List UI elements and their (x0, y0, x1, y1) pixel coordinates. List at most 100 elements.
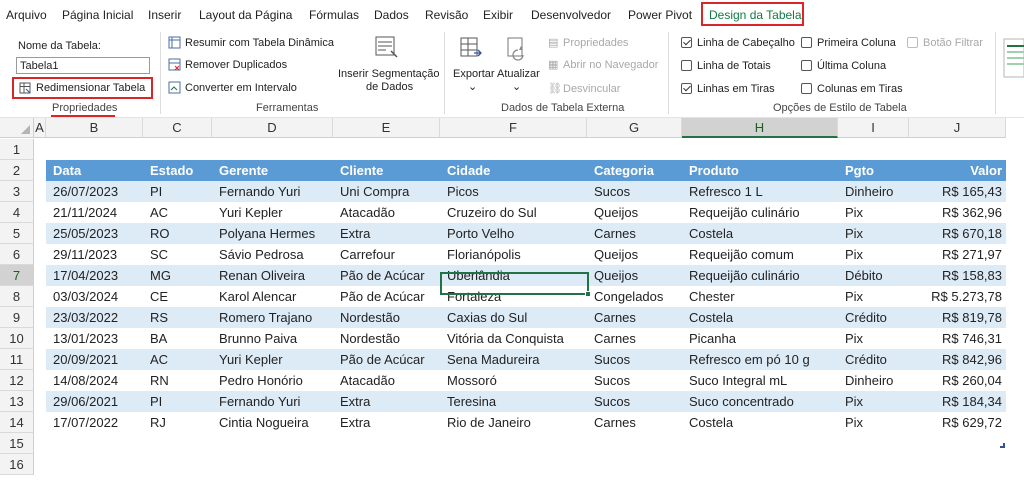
table-cell[interactable]: Caxias do Sul (440, 307, 587, 328)
row-header-9[interactable]: 9 (0, 307, 34, 328)
table-cell[interactable]: Crédito (838, 349, 909, 370)
table-cell[interactable]: SC (143, 244, 212, 265)
table-cell[interactable]: Yuri Kepler (212, 202, 333, 223)
table-cell[interactable]: 17/04/2023 (46, 265, 143, 286)
column-header-a[interactable]: A (34, 118, 46, 138)
table-cell[interactable]: R$ 746,31 (909, 328, 1006, 349)
column-header-b[interactable]: B (46, 118, 143, 138)
table-cell[interactable]: R$ 158,83 (909, 265, 1006, 286)
row-header-12[interactable]: 12 (0, 370, 34, 391)
table-cell[interactable]: 21/11/2024 (46, 202, 143, 223)
table-cell[interactable]: R$ 819,78 (909, 307, 1006, 328)
refresh-button[interactable]: Atualizar (497, 68, 540, 80)
tab-pagina-inicial[interactable]: Página Inicial (62, 8, 133, 22)
table-cell[interactable]: Refresco em pó 10 g (682, 349, 838, 370)
tab-design-da-tabela[interactable]: Design da Tabela (701, 2, 804, 26)
table-cell[interactable]: Pix (838, 412, 909, 433)
table-cell[interactable]: Nordestão (333, 307, 440, 328)
table-cell[interactable]: Carnes (587, 223, 682, 244)
fill-handle[interactable] (585, 291, 591, 297)
row-header-11[interactable]: 11 (0, 349, 34, 370)
table-cell[interactable]: Costela (682, 223, 838, 244)
tab-power-pivot[interactable]: Power Pivot (628, 8, 692, 22)
table-cell[interactable]: RS (143, 307, 212, 328)
table-cell[interactable]: Congelados (587, 286, 682, 307)
table-header-cell[interactable]: Cidade (440, 160, 587, 181)
table-cell[interactable]: Rio de Janeiro (440, 412, 587, 433)
table-cell[interactable]: Pão de Acúcar (333, 286, 440, 307)
table-cell[interactable]: Queijos (587, 244, 682, 265)
table-cell[interactable]: Atacadão (333, 370, 440, 391)
table-cell[interactable]: Dinheiro (838, 181, 909, 202)
export-dropdown-icon[interactable]: ⌄ (468, 80, 477, 93)
table-cell[interactable]: Cruzeiro do Sul (440, 202, 587, 223)
table-cell[interactable]: Nordestão (333, 328, 440, 349)
table-cell[interactable]: Sucos (587, 349, 682, 370)
table-cell[interactable]: Atacadão (333, 202, 440, 223)
insert-slicer-label-1[interactable]: Inserir Segmentação (338, 68, 440, 80)
table-cell[interactable]: Extra (333, 223, 440, 244)
table-cell[interactable]: Requeijão culinário (682, 265, 838, 286)
column-header-j[interactable]: J (909, 118, 1006, 138)
table-cell[interactable]: Cintia Nogueira (212, 412, 333, 433)
table-cell[interactable]: Pix (838, 223, 909, 244)
row-header-2[interactable]: 2 (0, 160, 34, 181)
table-cell[interactable]: Suco Integral mL (682, 370, 838, 391)
table-cell[interactable]: Picanha (682, 328, 838, 349)
tab-exibir[interactable]: Exibir (483, 8, 513, 22)
table-cell[interactable]: Pix (838, 391, 909, 412)
table-cell[interactable]: CE (143, 286, 212, 307)
tab-formulas[interactable]: Fórmulas (309, 8, 359, 22)
table-header-cell[interactable]: Cliente (333, 160, 440, 181)
table-cell[interactable]: Dinheiro (838, 370, 909, 391)
row-header-6[interactable]: 6 (0, 244, 34, 265)
row-header-8[interactable]: 8 (0, 286, 34, 307)
filter-button-checkbox[interactable] (907, 37, 918, 48)
table-cell[interactable]: Pix (838, 244, 909, 265)
table-cell[interactable]: Queijos (587, 202, 682, 223)
table-cell[interactable]: RJ (143, 412, 212, 433)
row-header-14[interactable]: 14 (0, 412, 34, 433)
table-cell[interactable]: Porto Velho (440, 223, 587, 244)
table-cell[interactable]: R$ 670,18 (909, 223, 1006, 244)
table-cell[interactable]: Suco concentrado (682, 391, 838, 412)
table-cell[interactable]: Carnes (587, 307, 682, 328)
tab-inserir[interactable]: Inserir (148, 8, 181, 22)
table-cell[interactable]: Chester (682, 286, 838, 307)
column-header-i[interactable]: I (838, 118, 909, 138)
table-header-cell[interactable]: Estado (143, 160, 212, 181)
row-header-4[interactable]: 4 (0, 202, 34, 223)
table-cell[interactable]: R$ 362,96 (909, 202, 1006, 223)
table-cell[interactable]: Pedro Honório (212, 370, 333, 391)
table-cell[interactable]: Queijos (587, 265, 682, 286)
properties-button[interactable]: Propriedades (563, 37, 628, 49)
table-cell[interactable]: 14/08/2024 (46, 370, 143, 391)
remove-duplicates-button[interactable]: Remover Duplicados (185, 59, 287, 71)
table-cell[interactable]: Fernando Yuri (212, 391, 333, 412)
table-cell[interactable]: R$ 5.273,78 (909, 286, 1006, 307)
select-all-corner[interactable] (0, 118, 34, 138)
total-row-checkbox[interactable] (681, 60, 692, 71)
table-header-cell[interactable]: Categoria (587, 160, 682, 181)
table-cell[interactable]: Extra (333, 391, 440, 412)
column-header-f[interactable]: F (440, 118, 587, 138)
table-cell[interactable]: Mossoró (440, 370, 587, 391)
table-cell[interactable]: Costela (682, 307, 838, 328)
table-cell[interactable]: 26/07/2023 (46, 181, 143, 202)
table-cell[interactable]: 29/11/2023 (46, 244, 143, 265)
table-cell[interactable]: 20/09/2021 (46, 349, 143, 370)
summarize-pivot-button[interactable]: Resumir com Tabela Dinâmica (185, 37, 334, 49)
tab-arquivo[interactable]: Arquivo (6, 8, 47, 22)
row-header-16[interactable]: 16 (0, 454, 34, 475)
table-cell[interactable]: R$ 629,72 (909, 412, 1006, 433)
resize-table-button[interactable]: Redimensionar Tabela (12, 77, 153, 99)
table-header-cell[interactable]: Produto (682, 160, 838, 181)
last-column-checkbox[interactable] (801, 60, 812, 71)
table-cell[interactable]: Costela (682, 412, 838, 433)
table-cell[interactable]: Florianópolis (440, 244, 587, 265)
row-header-13[interactable]: 13 (0, 391, 34, 412)
table-cell[interactable]: 29/06/2021 (46, 391, 143, 412)
banded-rows-checkbox[interactable] (681, 83, 692, 94)
table-style-gallery-icon[interactable] (1003, 38, 1024, 78)
table-cell[interactable]: Pão de Acúcar (333, 349, 440, 370)
